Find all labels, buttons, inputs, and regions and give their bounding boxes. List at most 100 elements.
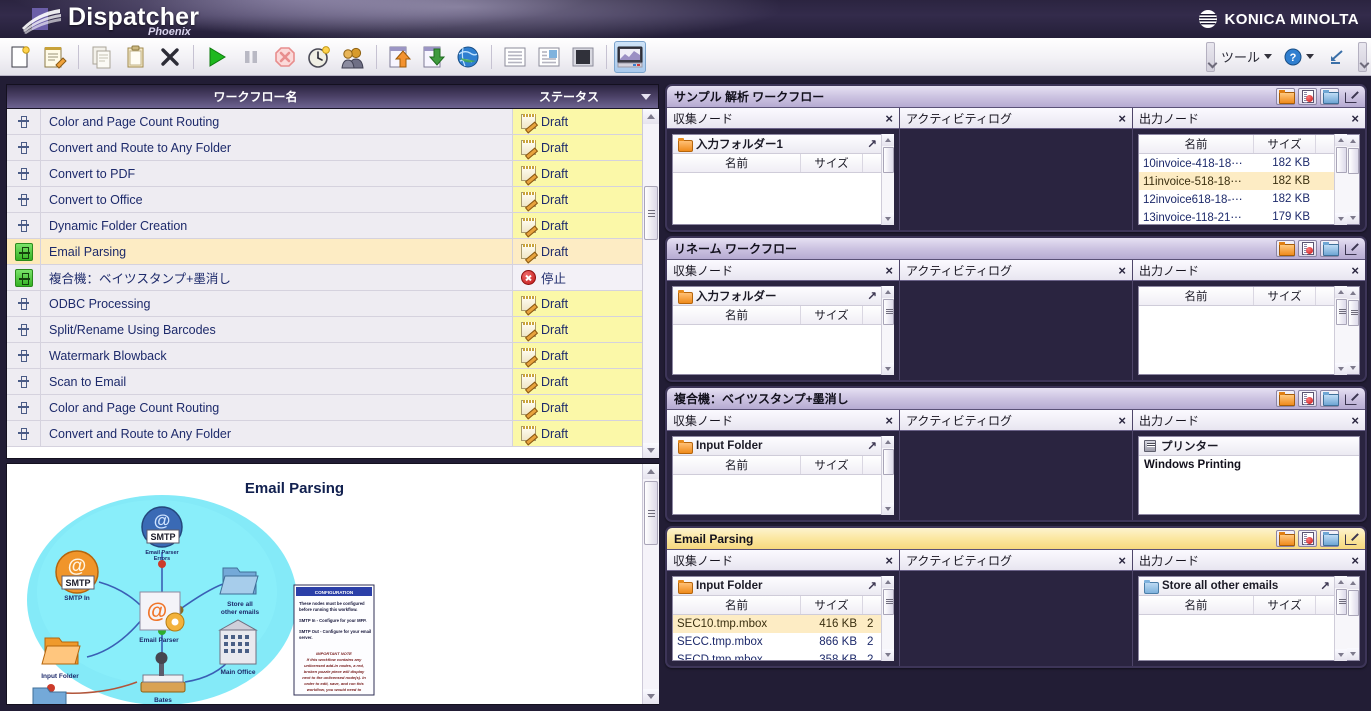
open-folder-icon[interactable]: ↗ <box>867 579 877 593</box>
scroll-up-arrow-icon[interactable] <box>642 464 659 479</box>
scroll-thumb[interactable] <box>1348 590 1359 616</box>
column-header-file-name[interactable]: 名前 <box>1139 287 1254 305</box>
close-icon[interactable]: × <box>1116 414 1128 427</box>
scroll-down-arrow-icon[interactable] <box>642 689 659 704</box>
column-header-file-name[interactable]: 名前 <box>1139 135 1254 153</box>
file-list-scrollbar[interactable] <box>881 134 894 225</box>
column-header-file-name[interactable]: 名前 <box>673 456 801 474</box>
scroll-up-arrow-icon[interactable] <box>1335 576 1347 588</box>
collapse-ribbon-button[interactable] <box>1321 41 1353 73</box>
pause-button[interactable] <box>235 41 267 73</box>
panel-title-bar[interactable]: 複合機：ベイツスタンプ+墨消し <box>667 388 1365 410</box>
edit-workflow-button[interactable] <box>39 41 71 73</box>
scroll-up-arrow-icon[interactable] <box>882 134 894 146</box>
scroll-track[interactable] <box>882 448 894 503</box>
scroll-up-arrow-icon[interactable] <box>882 286 894 298</box>
column-header-extra[interactable] <box>1316 596 1334 614</box>
file-list-scrollbar[interactable] <box>1347 576 1360 661</box>
open-folder-icon[interactable]: ↗ <box>867 289 877 303</box>
column-header-extra[interactable] <box>863 306 881 324</box>
column-header-status[interactable]: ステータス <box>504 85 634 108</box>
activity-log-area[interactable] <box>900 129 1132 230</box>
file-list-scrollbar[interactable] <box>1334 576 1347 661</box>
scroll-thumb[interactable] <box>643 186 658 240</box>
table-row[interactable]: Convert to PDF Draft <box>7 161 642 187</box>
open-folder-icon[interactable]: ↗ <box>1320 579 1330 593</box>
scroll-down-arrow-icon[interactable] <box>882 649 894 661</box>
stop-button[interactable] <box>269 41 301 73</box>
paste-button[interactable] <box>120 41 152 73</box>
column-header-file-name[interactable]: 名前 <box>673 154 801 172</box>
report-button[interactable] <box>1298 240 1317 257</box>
close-icon[interactable]: × <box>1116 264 1128 277</box>
table-row[interactable]: Convert and Route to Any Folder Draft <box>7 421 642 447</box>
file-list-scrollbar[interactable] <box>1347 286 1360 375</box>
list-item[interactable]: 11invoice-518-18⋯ 182 KB <box>1139 172 1334 190</box>
scroll-up-arrow-icon[interactable] <box>1335 134 1347 146</box>
sort-descending-icon[interactable] <box>634 85 658 108</box>
workflow-list-scrollbar[interactable] <box>642 109 659 458</box>
open-folder-icon[interactable]: ↗ <box>867 439 877 453</box>
schedule-button[interactable] <box>303 41 335 73</box>
fullscreen-view-button[interactable] <box>567 41 599 73</box>
column-header-file-size[interactable]: サイズ <box>1254 135 1316 153</box>
scroll-track[interactable] <box>1347 589 1359 648</box>
scroll-down-arrow-icon[interactable] <box>1347 362 1359 374</box>
close-icon[interactable]: × <box>883 112 895 125</box>
column-header-file-size[interactable]: サイズ <box>1254 287 1316 305</box>
scroll-up-arrow-icon[interactable] <box>1335 286 1347 298</box>
scroll-down-arrow-icon[interactable] <box>1335 213 1347 225</box>
column-header-name[interactable]: ワークフロー名 <box>7 85 504 108</box>
new-workflow-button[interactable] <box>5 41 37 73</box>
activity-log-area[interactable] <box>900 281 1132 380</box>
table-row[interactable]: Dynamic Folder Creation Draft <box>7 213 642 239</box>
column-header-extra[interactable] <box>863 154 881 172</box>
table-row[interactable]: 複合機：ベイツスタンプ+墨消し 停止 <box>7 265 642 291</box>
scroll-track[interactable] <box>1335 588 1347 649</box>
scroll-thumb[interactable] <box>1348 148 1359 174</box>
printer-name[interactable]: Windows Printing <box>1139 456 1359 474</box>
open-orange-folder-button[interactable] <box>1276 88 1295 105</box>
scroll-track[interactable] <box>1335 298 1347 363</box>
scroll-thumb[interactable] <box>1348 300 1359 326</box>
scroll-thumb[interactable] <box>1336 147 1347 173</box>
column-header-file-size[interactable]: サイズ <box>801 154 863 172</box>
dashboard-button[interactable] <box>614 40 646 73</box>
scroll-thumb[interactable] <box>643 481 658 545</box>
scroll-track[interactable] <box>882 588 894 649</box>
scroll-up-arrow-icon[interactable] <box>882 576 894 588</box>
list-item[interactable]: 12invoice618-18-⋯ 182 KB <box>1139 190 1334 208</box>
scroll-track[interactable] <box>882 146 894 213</box>
table-row[interactable]: Scan to Email Draft <box>7 369 642 395</box>
column-header-file-size[interactable]: サイズ <box>801 306 863 324</box>
open-external-button[interactable] <box>1342 390 1361 407</box>
column-header-extra[interactable] <box>863 456 881 474</box>
scroll-track[interactable] <box>1347 299 1359 362</box>
column-header-file-size[interactable]: サイズ <box>801 456 863 474</box>
panel-title-bar[interactable]: Email Parsing <box>667 528 1365 550</box>
close-icon[interactable]: × <box>1116 554 1128 567</box>
scroll-track[interactable] <box>642 479 659 689</box>
scroll-down-arrow-icon[interactable] <box>882 503 894 515</box>
toolbar-overflow-right[interactable] <box>1358 41 1367 72</box>
scroll-down-arrow-icon[interactable] <box>642 443 659 458</box>
close-icon[interactable]: × <box>1116 112 1128 125</box>
table-row[interactable]: Email Parsing Draft <box>7 239 642 265</box>
list-item[interactable]: SECD.tmp.mbox 358 KB 2 <box>673 651 881 660</box>
list-view-button[interactable] <box>499 41 531 73</box>
scroll-down-arrow-icon[interactable] <box>1335 649 1347 661</box>
column-header-file-name[interactable]: 名前 <box>673 596 801 614</box>
open-blue-folder-button[interactable] <box>1320 390 1339 407</box>
close-icon[interactable]: × <box>1349 414 1361 427</box>
report-button[interactable] <box>1298 88 1317 105</box>
table-row[interactable]: Color and Page Count Routing Draft <box>7 395 642 421</box>
close-icon[interactable]: × <box>1349 112 1361 125</box>
export-button[interactable] <box>418 41 450 73</box>
open-blue-folder-button[interactable] <box>1320 88 1339 105</box>
preview-scrollbar[interactable] <box>642 464 659 704</box>
scroll-up-arrow-icon[interactable] <box>1347 577 1359 589</box>
toolbar-overflow-left[interactable] <box>1205 41 1215 72</box>
scroll-down-arrow-icon[interactable] <box>1335 363 1347 375</box>
help-menu[interactable]: ? <box>1278 48 1320 66</box>
column-header-extra[interactable] <box>863 596 881 614</box>
